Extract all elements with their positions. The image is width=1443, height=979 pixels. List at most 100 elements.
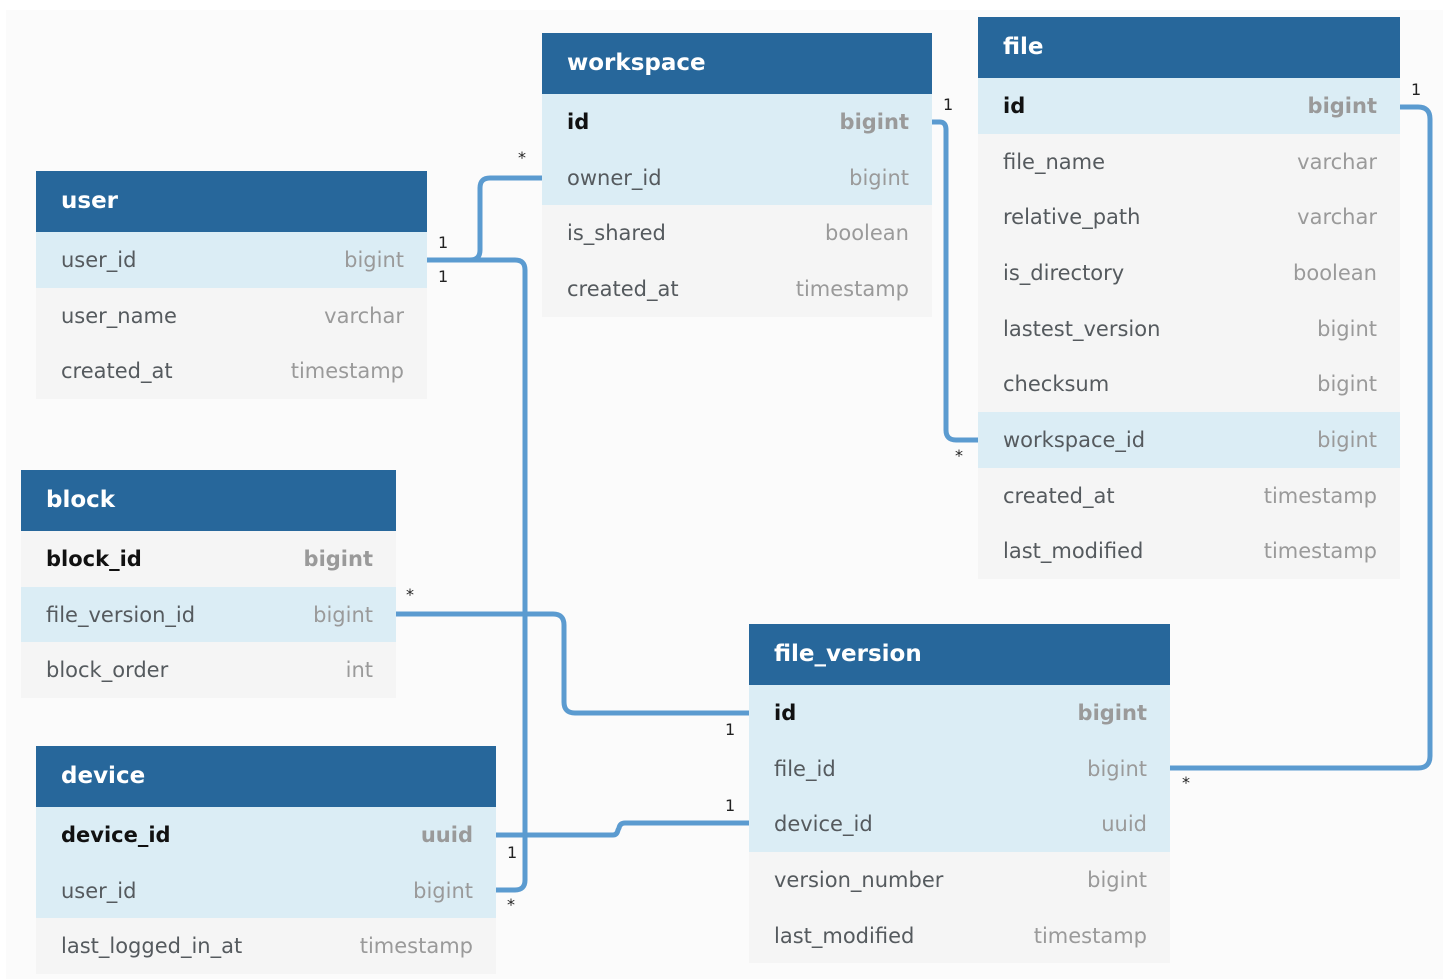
column-name: file_name [1003, 149, 1106, 174]
cardinality-one: 1 [1411, 80, 1422, 99]
cardinality-one: 1 [507, 843, 518, 862]
column-row[interactable]: owner_id bigint [542, 149, 932, 206]
column-row[interactable]: checksum bigint [978, 356, 1400, 413]
column-type: bigint [839, 109, 909, 134]
column-type: int [345, 658, 373, 683]
column-type: timestamp [359, 934, 473, 959]
column-name: file_version_id [46, 602, 196, 627]
column-name: device_id [61, 822, 171, 847]
column-row[interactable]: is_directory boolean [978, 245, 1400, 301]
column-type: timestamp [1033, 923, 1147, 948]
column-type: bigint [1077, 700, 1147, 725]
column-name: version_number [774, 867, 944, 892]
column-type: bigint [303, 546, 373, 571]
table-device[interactable]: device device_id uuid user_id bigint las… [36, 746, 496, 975]
cardinality-many: * [1182, 773, 1190, 792]
column-type: timestamp [1263, 539, 1377, 564]
column-row[interactable]: created_at timestamp [542, 261, 932, 317]
column-row[interactable]: last_logged_in_at timestamp [36, 918, 496, 975]
column-row[interactable]: workspace_id bigint [978, 412, 1400, 468]
table-file-version[interactable]: file_version id bigint file_id bigint de… [749, 624, 1170, 964]
column-name: device_id [774, 812, 873, 837]
column-name: created_at [61, 359, 173, 384]
table-title[interactable]: block [21, 470, 396, 531]
column-name: id [774, 700, 797, 725]
column-type: varchar [1297, 149, 1377, 174]
column-name: is_directory [1003, 260, 1125, 285]
column-row[interactable]: version_number bigint [749, 852, 1170, 908]
column-type: boolean [825, 221, 909, 246]
cardinality-many: * [406, 585, 414, 604]
column-name: block_id [46, 546, 142, 571]
column-name: owner_id [567, 165, 662, 190]
column-name: is_shared [567, 221, 666, 246]
column-row[interactable]: file_version_id bigint [21, 586, 396, 643]
table-file[interactable]: file id bigint file_name varchar relativ… [978, 17, 1400, 580]
column-type: bigint [413, 878, 473, 903]
column-type: bigint [1317, 316, 1377, 341]
column-name: created_at [1003, 483, 1115, 508]
table-title[interactable]: file [978, 17, 1400, 78]
column-type: bigint [1317, 427, 1377, 452]
column-type: timestamp [795, 276, 909, 301]
column-type: timestamp [290, 359, 404, 384]
table-title[interactable]: workspace [542, 33, 932, 94]
column-name: user_id [61, 878, 137, 903]
column-row[interactable]: lastest_version bigint [978, 300, 1400, 357]
table-workspace[interactable]: workspace id bigint owner_id bigint is_s… [542, 33, 932, 317]
table-title[interactable]: user [36, 171, 427, 232]
cardinality-many: * [507, 895, 515, 914]
column-row[interactable]: user_name varchar [36, 287, 427, 344]
column-row[interactable]: file_name varchar [978, 133, 1400, 190]
column-row[interactable]: device_id uuid [749, 796, 1170, 853]
column-row-primary-key[interactable]: id bigint [749, 685, 1170, 741]
column-type: bigint [344, 247, 404, 272]
column-type: bigint [1307, 93, 1377, 118]
column-type: uuid [1101, 812, 1147, 837]
column-row-primary-key[interactable]: block_id bigint [21, 531, 396, 587]
column-type: varchar [1297, 205, 1377, 230]
column-row-primary-key[interactable]: id bigint [542, 94, 932, 150]
column-row[interactable]: last_modified timestamp [749, 907, 1170, 964]
column-row[interactable]: block_order int [21, 642, 396, 699]
cardinality-many: * [518, 148, 526, 167]
cardinality-one: 1 [725, 796, 736, 815]
column-name: lastest_version [1003, 316, 1161, 341]
column-type: varchar [324, 303, 404, 328]
cardinality-one: 1 [438, 233, 449, 252]
table-title[interactable]: device [36, 746, 496, 807]
column-name: last_logged_in_at [61, 934, 243, 959]
cardinality-many: * [955, 446, 963, 465]
column-row[interactable]: is_shared boolean [542, 205, 932, 262]
column-name: created_at [567, 276, 679, 301]
column-type: boolean [1293, 260, 1377, 285]
column-type: bigint [849, 165, 909, 190]
column-type: uuid [420, 822, 473, 847]
column-name: id [1003, 93, 1026, 118]
column-name: checksum [1003, 372, 1110, 397]
column-row[interactable]: user_id bigint [36, 862, 496, 919]
column-row[interactable]: created_at timestamp [36, 343, 427, 400]
column-name: last_modified [774, 923, 915, 948]
column-name: user_name [61, 303, 177, 328]
table-title[interactable]: file_version [749, 624, 1170, 685]
cardinality-one: 1 [438, 267, 449, 286]
table-user[interactable]: user user_id bigint user_name varchar cr… [36, 171, 427, 400]
column-name: last_modified [1003, 539, 1144, 564]
column-name: workspace_id [1003, 427, 1146, 452]
column-type: bigint [313, 602, 373, 627]
column-type: bigint [1087, 756, 1147, 781]
column-row[interactable]: last_modified timestamp [978, 523, 1400, 580]
column-row-primary-key[interactable]: id bigint [978, 78, 1400, 134]
table-block[interactable]: block block_id bigint file_version_id bi… [21, 470, 396, 699]
column-name: id [567, 109, 590, 134]
column-row[interactable]: created_at timestamp [978, 467, 1400, 524]
column-row[interactable]: relative_path varchar [978, 189, 1400, 246]
column-name: user_id [61, 247, 137, 272]
column-row-primary-key[interactable]: device_id uuid [36, 807, 496, 863]
column-name: block_order [46, 658, 169, 683]
column-row[interactable]: user_id bigint [36, 232, 427, 288]
column-type: timestamp [1263, 483, 1377, 508]
column-row[interactable]: file_id bigint [749, 740, 1170, 797]
column-name: relative_path [1003, 205, 1141, 230]
